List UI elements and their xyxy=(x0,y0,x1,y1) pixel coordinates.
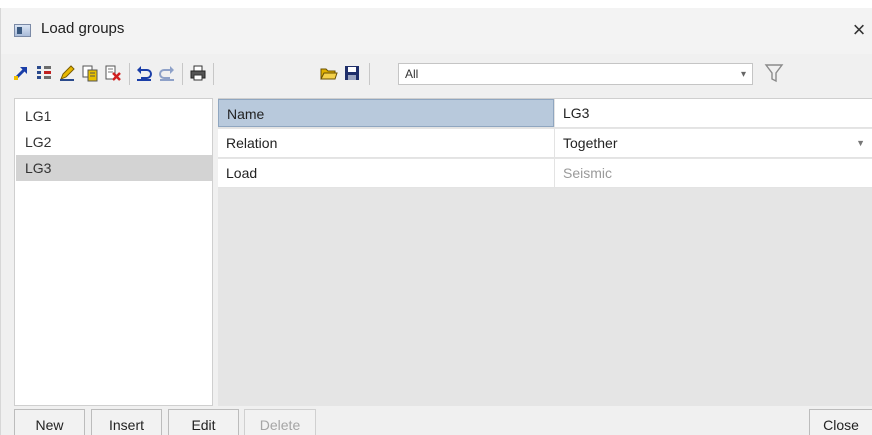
title-bar: Load groups × xyxy=(1,8,872,54)
close-button[interactable]: Close xyxy=(809,409,872,435)
property-name: Relation xyxy=(226,135,278,151)
insert-button[interactable]: Insert xyxy=(91,409,162,435)
list-item[interactable]: LG3 xyxy=(16,155,212,181)
property-row[interactable]: Name LG3 xyxy=(218,99,872,128)
toolbar-separator xyxy=(182,63,183,85)
toolbar-separator xyxy=(213,63,214,85)
background-strip xyxy=(0,0,872,8)
open-icon[interactable] xyxy=(319,63,339,83)
arrow-icon[interactable] xyxy=(11,63,31,83)
properties-grid: Name LG3 Relation Together ▼ Load Seismi… xyxy=(218,98,872,406)
chevron-down-icon: ▾ xyxy=(740,69,746,80)
property-row[interactable]: Load Seismic xyxy=(218,159,872,188)
undo-icon[interactable] xyxy=(134,63,154,83)
property-value-dropdown[interactable]: Together xyxy=(555,129,872,157)
property-name: Load xyxy=(226,165,258,181)
close-window-button[interactable]: × xyxy=(847,17,871,43)
property-name: Name xyxy=(218,99,554,127)
load-groups-dialog: Load groups × All ▾ LG1 LG2 LG3 Name LG3… xyxy=(0,8,872,435)
copy-icon[interactable] xyxy=(80,63,100,83)
toolbar-separator xyxy=(369,63,370,85)
edit-button[interactable]: Edit xyxy=(168,409,239,435)
filter-dropdown[interactable]: All ▾ xyxy=(398,63,753,85)
delete-button[interactable]: Delete xyxy=(244,409,316,435)
list-item[interactable]: LG1 xyxy=(16,103,212,129)
toolbar-separator xyxy=(129,63,130,85)
toolbar: All ▾ xyxy=(1,60,872,90)
list-item[interactable]: LG2 xyxy=(16,129,212,155)
property-value: Seismic xyxy=(563,165,613,181)
redo-icon[interactable] xyxy=(157,63,177,83)
filter-icon[interactable] xyxy=(764,62,784,84)
new-button[interactable]: New xyxy=(14,409,85,435)
print-icon[interactable] xyxy=(188,63,208,83)
delete-icon[interactable] xyxy=(103,63,123,83)
window-title: Load groups xyxy=(41,20,125,37)
save-icon[interactable] xyxy=(342,63,362,83)
pencil-icon[interactable] xyxy=(57,63,77,83)
filter-value: All xyxy=(405,67,419,81)
window-icon xyxy=(14,24,31,37)
chevron-down-icon[interactable]: ▼ xyxy=(856,129,865,157)
load-group-list: LG1 LG2 LG3 xyxy=(14,98,213,406)
grid-icon[interactable] xyxy=(34,63,54,83)
property-value[interactable]: LG3 xyxy=(555,99,872,127)
property-row[interactable]: Relation Together ▼ xyxy=(218,129,872,158)
